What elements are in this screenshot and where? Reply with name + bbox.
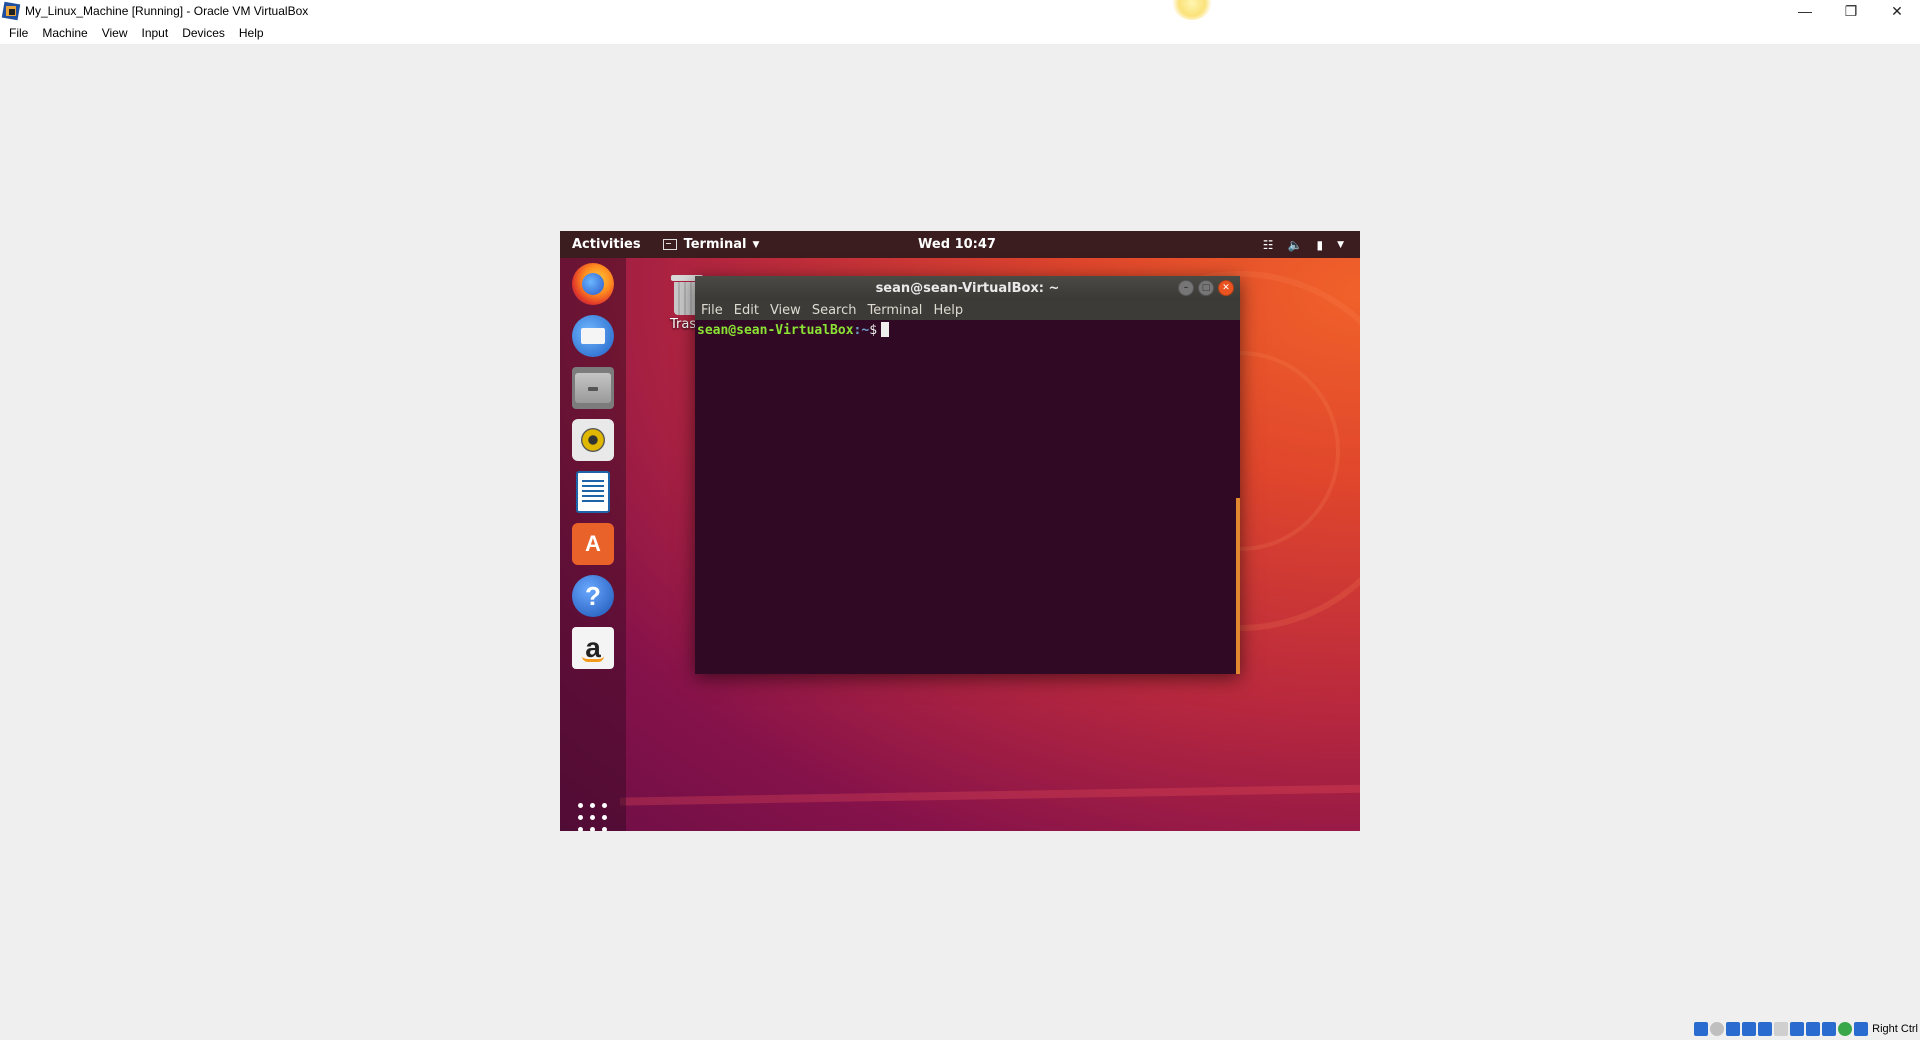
files-icon[interactable] [572, 367, 614, 409]
hard-disk-icon[interactable] [1694, 1022, 1709, 1036]
prompt-symbol: $ [869, 323, 878, 338]
terminal-window[interactable]: sean@sean-VirtualBox: ~ – □ ✕ File Edit … [695, 276, 1240, 674]
activities-button[interactable]: Activities [572, 237, 641, 252]
app-menu-label: Terminal [683, 237, 747, 252]
firefox-icon[interactable] [572, 263, 614, 305]
maximize-button[interactable]: □ [1198, 280, 1214, 296]
menu-input[interactable]: Input [135, 26, 176, 40]
window-titlebar: My_Linux_Machine [Running] - Oracle VM V… [0, 0, 1920, 22]
wallpaper-decoration [619, 784, 1360, 806]
terminal-menu-view[interactable]: View [766, 303, 805, 318]
minimize-button[interactable]: – [1178, 280, 1194, 296]
vm-display[interactable]: Activities Terminal ▼ Wed 10:47 ☷ 🔈 ▮ ▼ … [560, 231, 1360, 831]
terminal-menubar: File Edit View Search Terminal Help [695, 300, 1240, 320]
virtualbox-icon [1, 1, 21, 21]
terminal-body[interactable]: sean@sean-VirtualBox:~$ [695, 320, 1240, 674]
amazon-icon[interactable]: a [572, 627, 614, 669]
network-icon: ☷ [1262, 237, 1274, 252]
terminal-titlebar[interactable]: sean@sean-VirtualBox: ~ – □ ✕ [695, 276, 1240, 300]
menu-machine[interactable]: Machine [35, 26, 94, 40]
terminal-menu-file[interactable]: File [697, 303, 727, 318]
ubuntu-dock: A ? a [560, 258, 626, 831]
system-tray[interactable]: ☷ 🔈 ▮ ▼ [1263, 238, 1344, 252]
minimize-button[interactable]: — [1782, 0, 1828, 22]
terminal-scrollbar[interactable] [1236, 498, 1240, 674]
keyboard-capture-icon[interactable] [1854, 1022, 1869, 1036]
menu-file[interactable]: File [2, 26, 35, 40]
chevron-down-icon: ▼ [752, 239, 760, 250]
sun-overlay-icon [1172, 0, 1212, 20]
menu-devices[interactable]: Devices [175, 26, 232, 40]
thunderbird-icon[interactable] [572, 315, 614, 357]
virtualization-icon[interactable] [1822, 1022, 1837, 1036]
terminal-icon [662, 239, 677, 250]
ubuntu-software-icon[interactable]: A [572, 523, 614, 565]
chevron-down-icon: ▼ [1337, 239, 1344, 250]
shared-folders-icon[interactable] [1774, 1022, 1789, 1036]
prompt-path: :~ [853, 323, 870, 338]
volume-icon: 🔈 [1287, 237, 1303, 252]
menu-view[interactable]: View [95, 26, 135, 40]
window-title: My_Linux_Machine [Running] - Oracle VM V… [25, 4, 309, 18]
video-capture-icon[interactable] [1806, 1022, 1821, 1036]
text-cursor [881, 322, 890, 337]
mouse-integration-icon[interactable] [1838, 1022, 1853, 1036]
terminal-menu-help[interactable]: Help [929, 303, 967, 318]
close-button[interactable]: ✕ [1874, 0, 1920, 22]
host-menubar: File Machine View Input Devices Help [0, 22, 1920, 44]
network-icon[interactable] [1742, 1022, 1757, 1036]
display-icon[interactable] [1790, 1022, 1805, 1036]
restore-button[interactable]: ❐ [1828, 0, 1874, 22]
close-button[interactable]: ✕ [1218, 280, 1234, 296]
menu-help[interactable]: Help [232, 26, 271, 40]
ubuntu-topbar: Activities Terminal ▼ Wed 10:47 ☷ 🔈 ▮ ▼ [560, 231, 1360, 258]
terminal-title: sean@sean-VirtualBox: ~ [875, 280, 1060, 296]
terminal-menu-terminal[interactable]: Terminal [863, 303, 926, 318]
vbox-statusbar: Right Ctrl [1694, 1018, 1920, 1040]
show-applications-icon[interactable] [578, 803, 608, 831]
app-menu-terminal[interactable]: Terminal ▼ [662, 237, 760, 252]
libreoffice-writer-icon[interactable] [576, 471, 610, 513]
help-icon[interactable]: ? [572, 575, 614, 617]
terminal-menu-search[interactable]: Search [808, 303, 861, 318]
audio-icon[interactable] [1726, 1022, 1741, 1036]
battery-icon: ▮ [1316, 237, 1324, 252]
terminal-menu-edit[interactable]: Edit [730, 303, 763, 318]
host-key-label: Right Ctrl [1872, 1023, 1918, 1035]
terminal-window-controls: – □ ✕ [1178, 280, 1234, 296]
prompt-user: sean@sean-VirtualBox [697, 323, 854, 338]
rhythmbox-icon[interactable] [572, 419, 614, 461]
optical-drive-icon[interactable] [1710, 1022, 1725, 1036]
usb-icon[interactable] [1758, 1022, 1773, 1036]
clock[interactable]: Wed 10:47 [918, 237, 996, 252]
window-controls: — ❐ ✕ [1782, 0, 1920, 22]
